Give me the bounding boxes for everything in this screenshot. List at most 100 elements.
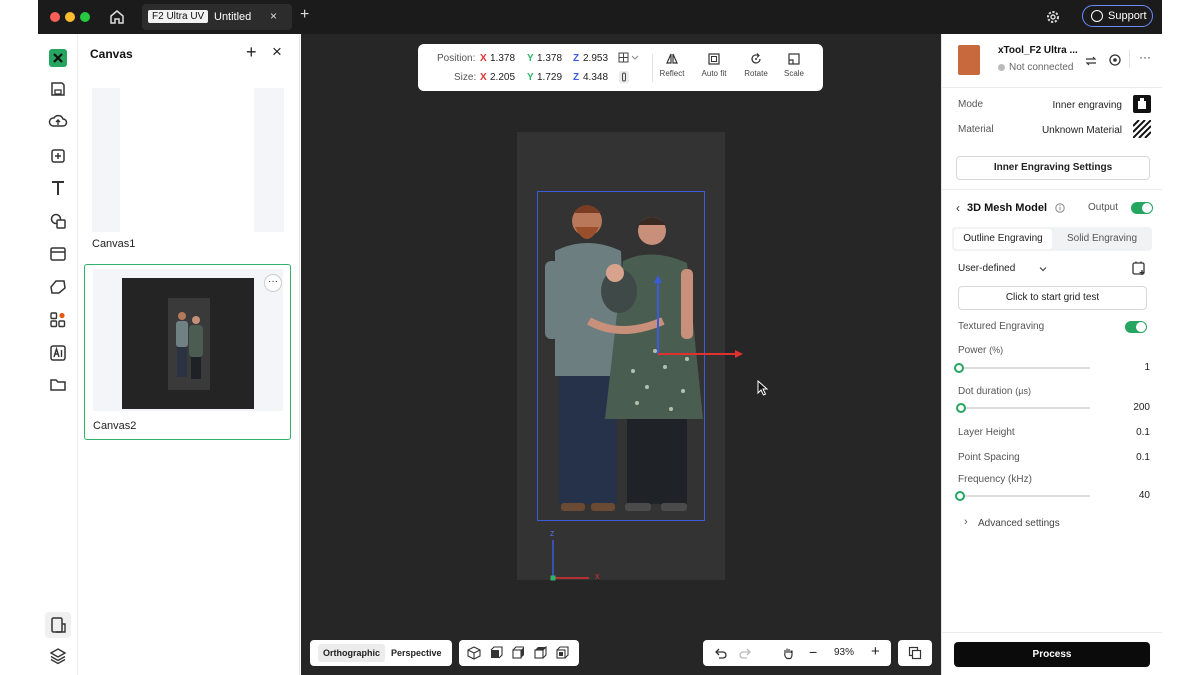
folder-icon[interactable] (48, 375, 68, 395)
text-tool-icon[interactable] (48, 178, 68, 198)
new-tab-icon[interactable]: + (300, 6, 309, 24)
cloud-upload-icon[interactable] (48, 111, 68, 131)
chevron-down-icon[interactable] (1038, 264, 1048, 274)
dot-duration-slider[interactable] (956, 403, 1090, 413)
power-slider[interactable] (954, 363, 1090, 373)
layer-height-value[interactable]: 0.1 (1136, 427, 1150, 438)
add-canvas-icon[interactable]: + (246, 42, 257, 63)
duplicate-view-icon[interactable] (908, 646, 922, 660)
zoom-out-button[interactable]: − (809, 644, 817, 660)
axis-x-label: X (595, 574, 600, 581)
view-mode-toggle: Orthographic Perspective (310, 640, 452, 666)
document-title: Untitled (214, 11, 252, 23)
iso-view-icon[interactable] (467, 646, 481, 660)
frequency-slider-knob[interactable] (955, 491, 965, 501)
layout-icon[interactable] (48, 244, 68, 264)
orthographic-button[interactable]: Orthographic (318, 644, 386, 662)
frequency-label-text: Frequency (958, 474, 1006, 485)
canvas-thumbnail-2[interactable]: ··· Canvas2 (84, 264, 291, 440)
output-label: Output (1088, 202, 1119, 213)
process-button[interactable]: Process (954, 642, 1150, 667)
power-unit: (%) (989, 345, 1004, 355)
canvas-panel-icon[interactable] (45, 612, 71, 638)
transform-gizmo[interactable] (301, 34, 941, 675)
grid-test-button[interactable]: Click to start grid test (958, 286, 1147, 310)
material-label: Material (958, 124, 994, 135)
support-icon (1091, 10, 1103, 22)
output-toggle[interactable] (1131, 202, 1153, 214)
device-status: Not connected (998, 62, 1074, 73)
perspective-button[interactable]: Perspective (386, 644, 447, 662)
frequency-slider[interactable] (955, 491, 1090, 501)
dot-duration-value[interactable]: 200 (1133, 402, 1150, 413)
maximize-window-button[interactable] (80, 12, 90, 22)
mode-value[interactable]: Inner engraving (1053, 100, 1123, 111)
connect-icon[interactable] (1108, 53, 1122, 67)
title-bar: F2 Ultra UV Untitled × + Support (38, 0, 1162, 34)
top-view-icon[interactable] (533, 646, 547, 660)
tab-solid-engraving[interactable]: Solid Engraving (1054, 229, 1150, 249)
mode-label: Mode (958, 99, 984, 110)
zoom-in-button[interactable]: + (871, 643, 880, 660)
inner-engraving-icon[interactable] (1133, 95, 1151, 113)
zoom-level[interactable]: 93% (834, 647, 854, 658)
frequency-unit: (kHz) (1008, 474, 1032, 485)
power-slider-knob[interactable] (954, 363, 964, 373)
side-view-icon[interactable] (511, 646, 525, 660)
dot-duration-label: Dot duration (µs) (958, 386, 1031, 397)
dot-duration-slider-knob[interactable] (956, 403, 966, 413)
apps-icon[interactable] (48, 310, 68, 330)
frequency-value[interactable]: 40 (1139, 490, 1150, 501)
save-preset-icon[interactable] (1131, 260, 1147, 276)
save-icon[interactable] (48, 79, 68, 99)
back-chevron-icon[interactable]: ‹ (956, 201, 960, 215)
add-object-icon[interactable] (48, 146, 68, 166)
canvas-label-1: Canvas1 (92, 238, 136, 250)
3d-viewport[interactable]: Position: X 1.378 Y 1.378 Z 2.953 Size: … (301, 34, 941, 675)
ai-tool-icon[interactable] (48, 343, 68, 363)
switch-device-icon[interactable] (1084, 54, 1098, 68)
front-view-icon[interactable] (489, 646, 503, 660)
material-texture-icon[interactable] (1133, 120, 1151, 138)
close-window-button[interactable] (50, 12, 60, 22)
info-icon[interactable] (1055, 203, 1065, 213)
close-panel-icon[interactable]: × (272, 42, 282, 62)
canvas-thumbnail-1[interactable] (92, 88, 284, 232)
pan-hand-icon[interactable] (781, 646, 795, 660)
minimize-window-button[interactable] (65, 12, 75, 22)
undo-icon[interactable] (713, 646, 727, 660)
support-label: Support (1108, 10, 1147, 22)
axis-z-label: Z (550, 531, 555, 538)
close-tab-icon[interactable]: × (270, 9, 277, 23)
canvas-more-button[interactable]: ··· (264, 274, 282, 292)
power-value[interactable]: 1 (1144, 362, 1150, 373)
support-button[interactable]: Support (1082, 5, 1153, 27)
device-name[interactable]: xTool_F2 Ultra ... (998, 45, 1078, 56)
xtool-logo-icon[interactable] (48, 48, 68, 68)
redo-icon[interactable] (739, 646, 753, 660)
back-view-icon[interactable] (555, 646, 569, 660)
tab-outline-engraving[interactable]: Outline Engraving (954, 229, 1052, 249)
power-label: Power (%) (958, 345, 1003, 356)
advanced-settings-toggle[interactable]: Advanced settings (978, 518, 1060, 529)
material-value[interactable]: Unknown Material (1042, 125, 1122, 136)
layers-icon[interactable] (48, 646, 68, 666)
more-options-icon[interactable]: ··· (1139, 50, 1151, 64)
frequency-label: Frequency (kHz) (958, 474, 1032, 485)
canvas-preview-dark (122, 278, 254, 409)
dot-duration-label-text: Dot duration (958, 386, 1013, 397)
inner-engraving-settings-button[interactable]: Inner Engraving Settings (956, 156, 1150, 180)
material-library-icon[interactable] (48, 277, 68, 297)
point-spacing-value[interactable]: 0.1 (1136, 452, 1150, 463)
advanced-chevron-icon[interactable]: › (964, 516, 968, 528)
gear-icon[interactable] (1045, 9, 1061, 25)
textured-engraving-toggle[interactable] (1125, 321, 1147, 333)
shapes-icon[interactable] (48, 211, 68, 231)
panel-title: Canvas (90, 47, 133, 61)
device-image (958, 45, 980, 75)
document-tab[interactable]: F2 Ultra UV Untitled × (142, 4, 292, 30)
home-icon[interactable] (108, 8, 126, 26)
dot-duration-unit: (µs) (1015, 386, 1031, 396)
preset-select[interactable]: User-defined (958, 263, 1015, 274)
divider (942, 87, 1162, 88)
